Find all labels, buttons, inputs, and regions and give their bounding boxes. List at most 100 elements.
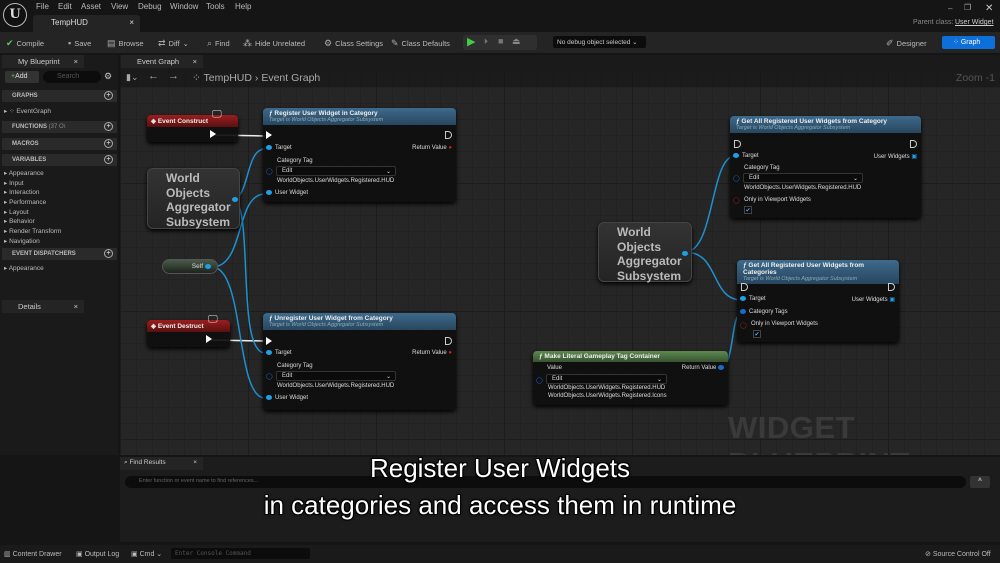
menu-file[interactable]: File — [36, 2, 49, 11]
browse-button[interactable]: ▤ Browse — [107, 38, 144, 49]
save-button[interactable]: ▪ Save — [68, 38, 91, 48]
user-widgets-pin[interactable]: User Widgets ▣ — [852, 296, 895, 303]
diff-button[interactable]: ⇄ Diff ⌄ — [158, 38, 189, 49]
variable-category[interactable]: ▸ Layout — [4, 208, 29, 216]
class-settings-button[interactable]: ⚙ Class Settings — [324, 38, 383, 49]
make-literal-tag-container-node[interactable]: ƒ Make Literal Gameplay Tag Container Va… — [533, 351, 728, 405]
value-pin[interactable]: ◯ — [536, 377, 543, 384]
menu-asset[interactable]: Asset — [81, 2, 101, 11]
details-tab[interactable]: Details × — [2, 300, 84, 313]
category-tag-pin[interactable]: ◯ — [266, 373, 273, 380]
parent-class-link[interactable]: User Widget — [955, 19, 994, 26]
play-icon[interactable]: ▶ — [467, 35, 475, 48]
functions-section[interactable]: FUNCTIONS (37 O\ + — [2, 121, 117, 133]
menu-help[interactable]: Help — [235, 2, 251, 11]
variable-category[interactable]: ▸ Interaction — [4, 188, 39, 196]
unregister-user-widget-node[interactable]: ƒ Unregister User Widget from Category Ta… — [263, 313, 456, 410]
close-icon[interactable]: × — [74, 57, 78, 66]
user-widget-pin[interactable]: User Widget — [266, 395, 308, 401]
content-drawer-button[interactable]: ▥ Content Drawer — [4, 550, 62, 558]
only-viewport-checkbox[interactable]: ✔ — [744, 206, 752, 214]
world-objects-aggregator-subsystem-node[interactable]: World Objects Aggregator Subsystem — [147, 168, 240, 229]
menu-edit[interactable]: Edit — [58, 2, 72, 11]
get-widgets-from-categories-node[interactable]: ƒ Get All Registered User Widgets from C… — [737, 260, 899, 342]
gear-icon[interactable]: ⚙ — [104, 71, 112, 82]
class-defaults-button[interactable]: ✎ Class Defaults — [391, 38, 450, 49]
document-tab[interactable]: TempHUD × — [33, 15, 140, 32]
only-viewport-checkbox[interactable]: ✔ — [753, 330, 761, 338]
menu-window[interactable]: Window — [170, 2, 198, 11]
user-widget-pin[interactable]: User Widget — [266, 190, 308, 196]
only-viewport-pin[interactable]: ◯ — [733, 197, 740, 204]
edit-tag-dropdown[interactable]: Edit ⌄ — [276, 371, 396, 381]
graph-canvas[interactable]: ▮⌄ ← → ⁘ TempHUD › Event Graph Zoom -1 W… — [120, 55, 1000, 455]
cmd-dropdown[interactable]: ▣ Cmd ⌄ — [131, 550, 162, 558]
category-tag-pin[interactable]: ◯ — [266, 168, 273, 175]
edit-tag-dropdown[interactable]: Edit ⌄ — [743, 173, 863, 183]
register-user-widget-node[interactable]: ƒ Register User Widget in Category Target… — [263, 108, 456, 202]
subsystem-out-pin[interactable] — [682, 251, 688, 256]
variable-category[interactable]: ▸ Performance — [4, 198, 46, 206]
find-button[interactable]: ⌕ Find — [207, 38, 230, 49]
exec-out-pin[interactable] — [210, 130, 216, 138]
unreal-logo[interactable]: U — [3, 3, 27, 27]
my-blueprint-tab[interactable]: My Blueprint × — [2, 55, 84, 68]
menu-view[interactable]: View — [111, 2, 128, 11]
self-node[interactable]: Self — [162, 259, 218, 274]
user-widgets-pin[interactable]: User Widgets ▣ — [874, 153, 917, 160]
search-input[interactable]: Search — [43, 71, 101, 83]
self-out-pin[interactable] — [205, 264, 211, 269]
category-tag-pin[interactable]: ◯ — [733, 175, 740, 182]
variable-category[interactable]: ▸ Navigation — [4, 237, 40, 245]
graph-button[interactable]: ⁘ Graph — [942, 36, 995, 49]
exec-out-pin[interactable] — [445, 337, 452, 345]
target-pin[interactable]: Target — [733, 153, 759, 159]
variable-category[interactable]: ▸ Render Transform — [4, 227, 61, 235]
output-log-button[interactable]: ▣ Output Log — [76, 550, 119, 558]
target-pin[interactable]: Target — [266, 350, 292, 356]
add-button[interactable]: +Add — [5, 71, 39, 83]
category-tags-pin[interactable]: Category Tags — [740, 309, 788, 315]
menu-debug[interactable]: Debug — [138, 2, 162, 11]
exec-in-pin[interactable] — [741, 283, 748, 291]
world-objects-aggregator-subsystem-node[interactable]: World Objects Aggregator Subsystem — [598, 222, 692, 283]
minimize-icon[interactable]: – — [948, 4, 952, 13]
event-graph-tab[interactable]: Event Graph × — [121, 55, 203, 68]
close-icon[interactable]: × — [193, 57, 197, 66]
debug-object-select[interactable]: No debug object selected ⌄ — [553, 36, 646, 48]
exec-in-pin[interactable] — [266, 131, 272, 139]
get-widgets-from-category-node[interactable]: ƒ Get All Registered User Widgets from C… — [730, 116, 921, 218]
source-control-button[interactable]: ⊘ Source Control Off — [925, 550, 991, 558]
exec-in-pin[interactable] — [734, 140, 741, 148]
only-viewport-pin[interactable]: ◯ — [740, 322, 747, 329]
exec-in-pin[interactable] — [266, 337, 272, 345]
exec-out-pin[interactable] — [445, 131, 452, 139]
macros-section[interactable]: MACROS + — [2, 138, 117, 150]
variable-category[interactable]: ▸ Input — [4, 179, 24, 187]
add-graph-icon[interactable]: + — [104, 91, 113, 100]
target-pin[interactable]: Target — [740, 296, 766, 302]
return-value-pin[interactable]: Return Value ● — [412, 145, 452, 151]
step-icon[interactable]: ⏵ — [484, 37, 488, 47]
variable-category[interactable]: ▸ Behavior — [4, 217, 35, 225]
exec-out-pin[interactable] — [888, 283, 895, 291]
add-dispatcher-icon[interactable]: + — [104, 249, 113, 258]
designer-button[interactable]: ✐ Designer — [886, 38, 927, 49]
event-construct-node[interactable]: ◈ Event Construct — [147, 115, 238, 142]
stop-icon[interactable]: ■ — [498, 36, 503, 46]
variable-category[interactable]: ▸ Appearance — [4, 169, 44, 177]
exec-out-pin[interactable] — [910, 140, 917, 148]
return-value-pin[interactable]: Return Value — [682, 365, 724, 371]
graphs-section[interactable]: GRAPHS + — [2, 90, 117, 102]
close-icon[interactable]: × — [129, 18, 134, 27]
exec-out-pin[interactable] — [206, 335, 212, 343]
restore-icon[interactable]: ❐ — [964, 3, 971, 12]
close-icon[interactable]: × — [74, 302, 78, 311]
console-input[interactable]: Enter Console Command — [171, 548, 310, 559]
event-graph-item[interactable]: ▸ ⁘ EventGraph — [4, 107, 51, 115]
menu-tools[interactable]: Tools — [206, 2, 225, 11]
close-window-icon[interactable]: ✕ — [985, 3, 993, 14]
add-function-icon[interactable]: + — [104, 122, 113, 131]
variables-section[interactable]: VARIABLES + — [2, 154, 117, 166]
edit-tag-dropdown[interactable]: Edit ⌄ — [276, 166, 396, 176]
